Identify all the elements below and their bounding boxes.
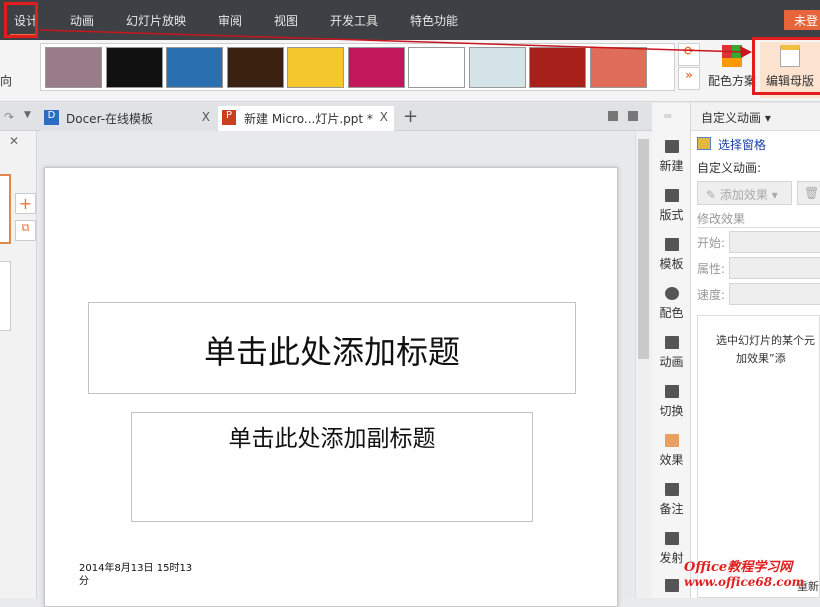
new-tab-button[interactable]: + — [403, 106, 418, 127]
sidebar-label: 版式 — [659, 208, 683, 222]
close-tab-icon[interactable]: X — [380, 110, 388, 124]
tab-label: Docer-在线模板 — [66, 112, 153, 126]
sidebar-item-animation[interactable]: 动画 — [652, 336, 691, 370]
sidebar-item-layout[interactable]: 版式 — [652, 189, 691, 223]
slide-thumbnail[interactable] — [0, 261, 11, 331]
property-select[interactable] — [729, 257, 820, 279]
add-slide-button[interactable]: + — [15, 193, 36, 214]
custom-animation-label: 自定义动画: — [697, 159, 761, 176]
watermark-line-1: Office教程学习网 — [684, 560, 804, 575]
sidebar-label: 备注 — [659, 502, 683, 516]
selection-pane-icon — [697, 137, 711, 150]
watermark-line-2: www.office68.com — [684, 575, 804, 590]
animation-star-icon — [665, 336, 679, 349]
effects-icon — [665, 434, 679, 447]
link-icon — [665, 532, 679, 545]
sidebar-item-new[interactable]: 新建 — [652, 140, 691, 174]
dropdown-arrow-icon[interactable]: ▼ — [24, 110, 31, 120]
start-label: 开始: — [697, 234, 725, 251]
pane-header-dropdown[interactable]: 自定义动画 ▾ — [691, 103, 820, 131]
modify-effect-label: 修改效果 — [697, 210, 745, 227]
speed-label: 速度: — [697, 286, 725, 303]
tab-docer[interactable]: D Docer-在线模板 X — [40, 106, 216, 131]
more-icon — [665, 579, 679, 592]
delete-icon[interactable]: 🗑 — [797, 181, 820, 205]
new-slide-from-layout-icon[interactable]: ⧉ — [15, 220, 36, 241]
sidebar-label: 新建 — [659, 159, 683, 173]
drag-handle-icon[interactable]: ═ — [664, 109, 671, 123]
restore-icon[interactable] — [608, 111, 618, 121]
sidebar-item-template[interactable]: 模板 — [652, 238, 691, 272]
title-placeholder[interactable]: 单击此处添加标题 — [88, 302, 576, 394]
watermark-logo: Office教程学习网 www.office68.com — [684, 560, 804, 590]
redo-icon[interactable]: ↷ — [4, 110, 14, 124]
add-effect-label: 添加效果 — [720, 188, 768, 202]
sidebar-label: 效果 — [659, 453, 683, 467]
start-select[interactable] — [729, 231, 820, 253]
sidebar-item-color[interactable]: 配色 — [652, 287, 691, 321]
add-effect-button[interactable]: ✎ 添加效果 ▾ — [697, 181, 792, 205]
transition-icon — [665, 385, 679, 398]
task-sidebar: ═ 新建 版式 模板 配色 动画 切换 效果 备注 发射 — [652, 103, 691, 598]
hint-line-1: 选中幻灯片的某个元 — [698, 316, 819, 348]
slide: 单击此处添加标题 单击此处添加副标题 2014年8月13日 15时13分 — [44, 167, 618, 607]
sidebar-item-notes[interactable]: 备注 — [652, 483, 691, 517]
scrollbar-thumb[interactable] — [638, 139, 649, 359]
pane-title: 自定义动画 — [701, 111, 761, 125]
custom-animation-pane: 自定义动画 ▾ 选择窗格 自定义动画: ✎ 添加效果 ▾ 🗑 修改效果 开始: … — [691, 103, 820, 598]
sidebar-item-transition[interactable]: 切换 — [652, 385, 691, 419]
notes-icon — [665, 483, 679, 496]
close-pane-icon[interactable]: ✕ — [9, 134, 19, 148]
slide-thumbnail-selected[interactable] — [0, 174, 11, 244]
annotation-arrow — [0, 0, 820, 100]
tab-presentation[interactable]: P 新建 Micro...灯片.ppt * X — [218, 106, 394, 131]
tab-label: 新建 Micro...灯片.ppt * — [244, 112, 373, 126]
sidebar-label: 发射 — [659, 551, 683, 565]
sidebar-label: 模板 — [659, 257, 683, 271]
palette-icon — [665, 287, 679, 300]
subtitle-placeholder[interactable]: 单击此处添加副标题 — [131, 412, 533, 522]
speed-select[interactable] — [729, 283, 820, 305]
document-tab-bar: ↷ ▼ D Docer-在线模板 X P 新建 Micro...灯片.ppt *… — [0, 103, 690, 131]
vertical-scrollbar[interactable] — [635, 131, 652, 598]
template-icon — [665, 238, 679, 251]
selection-pane-link[interactable]: 选择窗格 — [718, 136, 766, 153]
sidebar-label: 动画 — [659, 355, 683, 369]
divider — [697, 227, 820, 228]
sidebar-item-effects[interactable]: 效果 — [652, 434, 691, 468]
layout-icon — [665, 189, 679, 202]
ppt-file-icon: P — [222, 110, 236, 125]
animation-list[interactable]: 选中幻灯片的某个元 加效果”添 — [697, 315, 820, 598]
pin-icon[interactable] — [628, 111, 638, 121]
hint-line-2: 加效果”添 — [698, 348, 819, 366]
date-footer[interactable]: 2014年8月13日 15时13分 — [79, 562, 199, 588]
property-label: 属性: — [697, 260, 725, 277]
sidebar-label: 切换 — [659, 404, 683, 418]
sidebar-label: 配色 — [659, 306, 683, 320]
close-tab-icon[interactable]: X — [202, 110, 210, 124]
docer-icon: D — [44, 110, 59, 125]
new-icon — [665, 140, 679, 153]
